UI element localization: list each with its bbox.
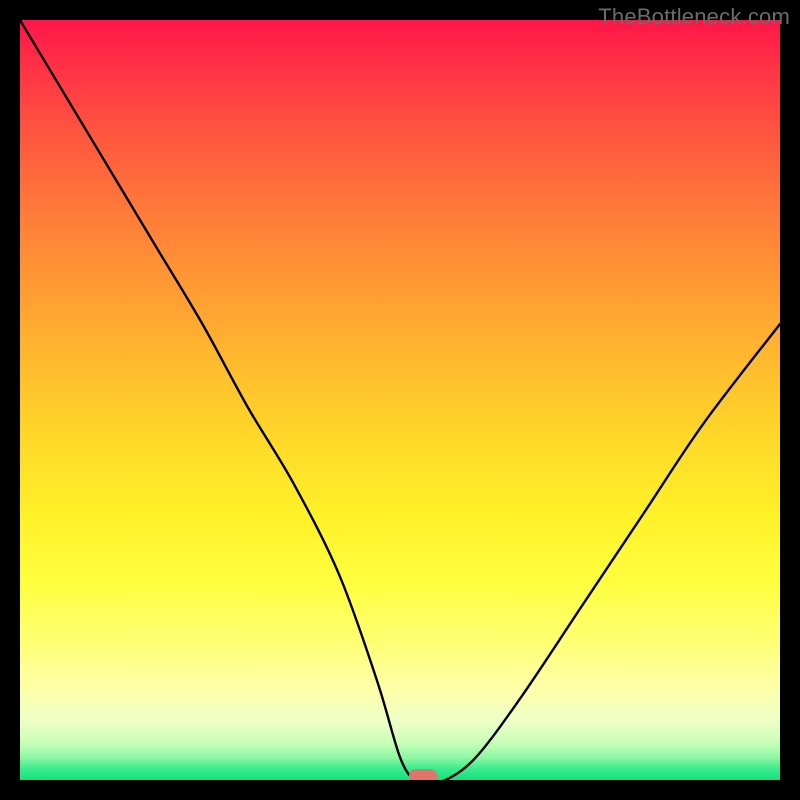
chart-canvas: TheBottleneck.com <box>0 0 800 800</box>
plot-area <box>20 20 780 780</box>
bottleneck-curve <box>20 20 780 780</box>
watermark-text: TheBottleneck.com <box>598 4 790 30</box>
minimum-marker <box>409 769 437 780</box>
